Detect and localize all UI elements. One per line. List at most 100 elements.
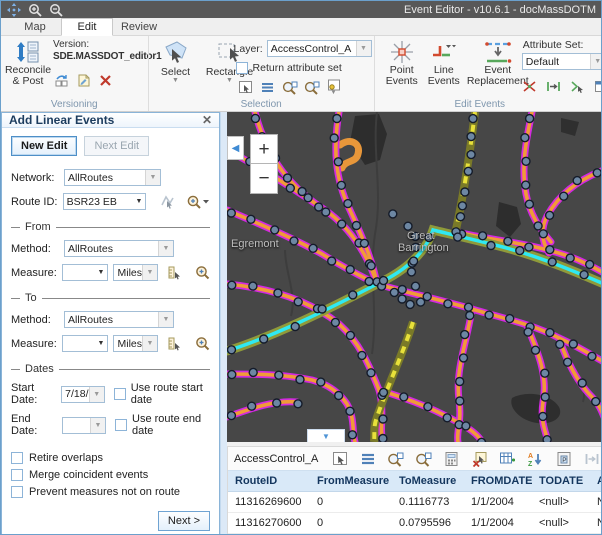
event-point[interactable]	[504, 237, 512, 245]
event-point[interactable]	[248, 402, 256, 410]
table-row[interactable]: 1131626960000.11167731/1/2004<null>No	[228, 492, 602, 513]
event-point[interactable]	[560, 192, 568, 200]
event-point[interactable]	[346, 331, 354, 339]
event-point[interactable]	[338, 220, 346, 228]
event-point[interactable]	[227, 412, 235, 420]
event-point[interactable]	[349, 291, 357, 299]
event-point[interactable]	[251, 114, 259, 122]
event-point[interactable]	[444, 300, 452, 308]
pan-to-selected-icon[interactable]	[304, 79, 320, 95]
table-identify-icon[interactable]: P	[555, 450, 572, 467]
move-measure-icon[interactable]	[546, 78, 562, 94]
merge-events-icon[interactable]	[570, 78, 586, 94]
event-point[interactable]	[524, 328, 532, 336]
event-point[interactable]	[564, 358, 572, 366]
event-point[interactable]	[317, 378, 325, 386]
event-point[interactable]	[478, 438, 486, 442]
next-button[interactable]: Next >	[158, 511, 210, 531]
table-header-row[interactable]: RouteID FromMeasure ToMeasure FROMDATE T…	[228, 470, 602, 492]
event-point[interactable]	[592, 398, 600, 406]
event-point[interactable]	[522, 157, 530, 165]
panel-scrollbar[interactable]	[220, 112, 227, 535]
event-point[interactable]	[389, 210, 397, 218]
event-point[interactable]	[275, 371, 283, 379]
selection-options-icon[interactable]: ▼	[326, 79, 342, 95]
event-point[interactable]	[412, 282, 420, 290]
event-point[interactable]	[462, 422, 470, 430]
event-point[interactable]	[294, 298, 302, 306]
split-event-icon[interactable]	[522, 78, 538, 94]
event-point[interactable]	[398, 295, 406, 303]
event-point[interactable]	[360, 239, 368, 247]
event-point[interactable]	[380, 388, 388, 396]
table-append-icon[interactable]	[499, 450, 516, 467]
event-point[interactable]	[588, 352, 596, 360]
event-point[interactable]	[541, 393, 549, 401]
event-point[interactable]	[539, 412, 547, 420]
event-point[interactable]	[304, 194, 312, 202]
point-events-button[interactable]: Point Events	[383, 39, 421, 87]
event-point[interactable]	[521, 134, 529, 142]
attribute-window-icon[interactable]	[594, 78, 602, 94]
new-version-icon[interactable]	[75, 72, 91, 88]
event-point[interactable]	[390, 288, 398, 296]
table-collapse-tab[interactable]: ▼	[307, 429, 345, 442]
event-point[interactable]	[546, 211, 554, 219]
event-point[interactable]	[525, 243, 533, 251]
from-zoom-icon[interactable]	[195, 265, 210, 281]
network-dropdown-arrow[interactable]: ▼	[145, 170, 160, 185]
event-point[interactable]	[291, 323, 299, 331]
event-point[interactable]	[398, 286, 406, 294]
event-point[interactable]	[367, 262, 375, 270]
from-measure-arrow[interactable]: ▼	[94, 269, 107, 276]
event-point[interactable]	[404, 222, 412, 230]
table-zoom-selected-icon[interactable]	[387, 450, 404, 467]
event-point[interactable]	[586, 260, 594, 268]
select-dropdown-caret[interactable]: ▼	[172, 78, 179, 84]
event-point[interactable]	[260, 335, 268, 343]
event-point[interactable]	[335, 392, 343, 400]
event-point[interactable]	[290, 237, 298, 245]
layer-dropdown-arrow[interactable]: ▼	[356, 41, 371, 56]
select-by-shape-icon[interactable]	[238, 79, 254, 95]
table-attribute-list-icon[interactable]	[359, 450, 376, 467]
tab-map[interactable]: Map	[9, 18, 61, 35]
event-point[interactable]	[569, 340, 577, 348]
event-point[interactable]	[525, 200, 533, 208]
route-id-dropdown[interactable]: BSR23 EB ▼	[63, 193, 147, 210]
event-point[interactable]	[247, 215, 255, 223]
event-point[interactable]	[461, 188, 469, 196]
event-point[interactable]	[379, 435, 387, 443]
event-point[interactable]	[249, 368, 257, 376]
table-split-icon[interactable]	[583, 450, 600, 467]
use-route-end-checkbox[interactable]	[115, 419, 127, 431]
from-measure-dropdown[interactable]: ▼	[62, 264, 109, 281]
event-point[interactable]	[406, 300, 414, 308]
event-point[interactable]	[408, 268, 416, 276]
event-point[interactable]	[522, 181, 530, 189]
start-date-arrow[interactable]: ▼	[89, 387, 104, 402]
route-id-dropdown-arrow[interactable]: ▼	[132, 198, 145, 205]
table-row[interactable]: 1131627060000.07955961/1/2004<null>No	[228, 513, 602, 534]
to-method-dropdown[interactable]: AllRoutes ▼	[64, 311, 174, 328]
event-point[interactable]	[424, 403, 432, 411]
rectangle-dropdown-caret[interactable]: ▼	[226, 78, 233, 84]
panel-close-icon[interactable]: ✕	[202, 113, 212, 127]
table-sort-icon[interactable]: AZ	[527, 450, 544, 467]
event-point[interactable]	[461, 331, 469, 339]
event-point[interactable]	[298, 188, 306, 196]
delete-version-icon[interactable]	[97, 72, 113, 88]
event-point[interactable]	[315, 203, 323, 211]
return-attribute-checkbox[interactable]	[236, 62, 248, 74]
to-units-arrow[interactable]: ▼	[142, 336, 157, 351]
event-point[interactable]	[506, 315, 514, 323]
event-point[interactable]	[541, 369, 549, 377]
event-point[interactable]	[443, 414, 451, 422]
event-point[interactable]	[286, 184, 294, 192]
table-calculator-icon[interactable]	[443, 450, 460, 467]
map-zoom-out-button[interactable]: −	[250, 164, 278, 194]
event-point[interactable]	[228, 346, 236, 354]
attribute-list-icon[interactable]	[260, 79, 276, 95]
network-dropdown[interactable]: AllRoutes ▼	[64, 169, 161, 186]
event-point[interactable]	[334, 158, 342, 166]
